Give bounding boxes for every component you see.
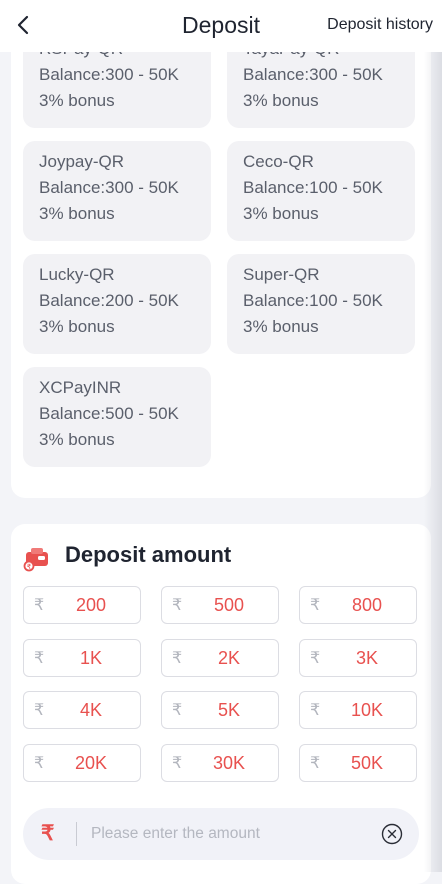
channel-bonus: 3% bonus: [243, 317, 319, 336]
amount-option-label: 5K: [217, 700, 241, 720]
deposit-amount-title: Deposit amount: [65, 542, 232, 567]
rupee-icon: ₹: [41, 822, 55, 845]
amount-option-label: 200: [75, 595, 107, 615]
back-button[interactable]: [12, 12, 36, 40]
channel-panel: RSPay-QR Balance:300 - 50K 3% bonus Taya…: [11, 0, 431, 498]
clear-amount-button[interactable]: [381, 823, 403, 845]
channel-card[interactable]: Ceco-QR Balance:100 - 50K 3% bonus: [227, 141, 415, 241]
amount-option-label: 30K: [212, 753, 246, 773]
top-bar: Deposit Deposit history: [0, 0, 442, 52]
amount-option-label: 800: [351, 595, 383, 615]
channel-bonus: 3% bonus: [39, 317, 115, 336]
amount-option-label: 20K: [74, 753, 108, 773]
channel-name: Super-QR: [243, 265, 320, 284]
channel-balance: Balance:300 - 50K: [243, 65, 383, 84]
amount-option-label: 50K: [350, 753, 384, 773]
input-divider: [76, 822, 77, 846]
amount-option-50k[interactable]: ₹ 50K: [299, 744, 417, 782]
amount-option-3k[interactable]: ₹ 3K: [299, 639, 417, 677]
channel-balance: Balance:100 - 50K: [243, 178, 383, 197]
channel-name: XCPayINR: [39, 378, 122, 397]
channel-name: Lucky-QR: [39, 265, 115, 284]
amount-input-container: ₹: [23, 808, 419, 860]
amount-option-2k[interactable]: ₹ 2K: [161, 639, 279, 677]
channel-balance: Balance:200 - 50K: [39, 291, 179, 310]
channel-card[interactable]: Super-QR Balance:100 - 50K 3% bonus: [227, 254, 415, 354]
amount-option-label: 4K: [79, 700, 103, 720]
channel-bonus: 3% bonus: [39, 204, 115, 223]
amount-input[interactable]: [89, 820, 363, 848]
deposit-amount-panel: ₹ Deposit amount ₹ 200 ₹ 500 ₹ 800 ₹ 1K …: [11, 524, 431, 884]
amount-option-200[interactable]: ₹ 200: [23, 586, 141, 624]
channel-bonus: 3% bonus: [39, 430, 115, 449]
amount-option-800[interactable]: ₹ 800: [299, 586, 417, 624]
channel-name: Ceco-QR: [243, 152, 314, 171]
channel-balance: Balance:300 - 50K: [39, 178, 179, 197]
amount-option-1k[interactable]: ₹ 1K: [23, 639, 141, 677]
amount-option-label: 10K: [350, 700, 384, 720]
channel-balance: Balance:500 - 50K: [39, 404, 179, 423]
channel-card[interactable]: XCPayINR Balance:500 - 50K 3% bonus: [23, 367, 211, 467]
chevron-left-icon: [17, 15, 29, 35]
channel-bonus: 3% bonus: [243, 91, 319, 110]
close-circle-icon: [381, 823, 403, 845]
amount-option-label: 1K: [79, 648, 103, 668]
amount-option-label: 3K: [355, 648, 379, 668]
channel-balance: Balance:100 - 50K: [243, 291, 383, 310]
amount-option-4k[interactable]: ₹ 4K: [23, 691, 141, 729]
channel-bonus: 3% bonus: [243, 204, 319, 223]
channel-card[interactable]: Joypay-QR Balance:300 - 50K 3% bonus: [23, 141, 211, 241]
svg-text:₹: ₹: [27, 563, 32, 571]
amount-option-500[interactable]: ₹ 500: [161, 586, 279, 624]
channel-balance: Balance:300 - 50K: [39, 65, 179, 84]
amount-option-20k[interactable]: ₹ 20K: [23, 744, 141, 782]
amount-option-10k[interactable]: ₹ 10K: [299, 691, 417, 729]
deposit-history-link[interactable]: Deposit history: [327, 16, 433, 34]
channel-card[interactable]: Lucky-QR Balance:200 - 50K 3% bonus: [23, 254, 211, 354]
channel-bonus: 3% bonus: [39, 91, 115, 110]
amount-option-30k[interactable]: ₹ 30K: [161, 744, 279, 782]
amount-option-label: 2K: [217, 648, 241, 668]
amount-option-5k[interactable]: ₹ 5K: [161, 691, 279, 729]
amount-option-label: 500: [213, 595, 245, 615]
channel-name: Joypay-QR: [39, 152, 125, 171]
wallet-icon: ₹: [23, 548, 48, 572]
